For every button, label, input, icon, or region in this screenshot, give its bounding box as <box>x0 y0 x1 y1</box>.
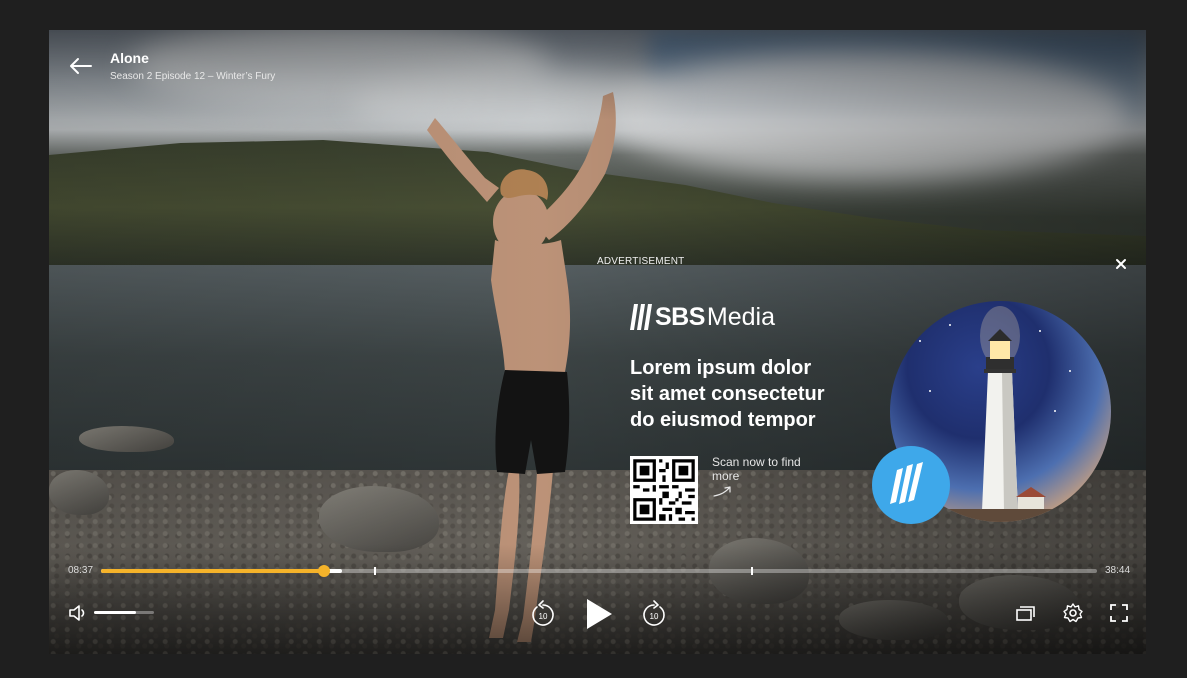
rewind-seconds: 10 <box>539 612 548 621</box>
volume-slider[interactable] <box>94 611 154 614</box>
ad-close-button[interactable] <box>1113 257 1129 273</box>
current-time: 08:37 <box>68 565 94 576</box>
settings-icon <box>1063 603 1083 623</box>
seek-bar[interactable] <box>101 565 1097 577</box>
forward-10-icon: 10 <box>643 600 665 626</box>
brand-main: SBS <box>655 302 705 331</box>
back-button[interactable] <box>67 56 95 76</box>
sbs-badge <box>872 446 950 524</box>
ad-break-marker <box>373 567 376 575</box>
fullscreen-icon <box>1110 604 1128 622</box>
video-player[interactable]: Alone Season 2 Episode 12 – Winter’s Fur… <box>49 30 1146 654</box>
scan-text: Scan now to find more <box>712 455 801 483</box>
seek-thumb[interactable] <box>318 565 331 577</box>
episode-subtitle: Season 2 Episode 12 – Winter’s Fury <box>110 71 276 82</box>
back-arrow-icon <box>70 58 92 74</box>
curved-arrow-icon <box>713 486 731 497</box>
volume-button[interactable] <box>67 603 91 623</box>
play-button[interactable] <box>584 597 614 631</box>
close-icon <box>1116 259 1126 269</box>
qr-code[interactable] <box>630 456 698 524</box>
ad-label: ADVERTISEMENT <box>597 256 685 267</box>
headline-line: Lorem ipsum dolor <box>630 357 812 379</box>
settings-button[interactable] <box>1062 602 1084 624</box>
sbs-logo-icon <box>630 304 652 330</box>
play-icon <box>587 599 612 629</box>
headline-line: do eiusmod tempor <box>630 409 816 431</box>
episode-title: Alone <box>110 50 149 66</box>
rewind-10-icon: 10 <box>532 600 554 626</box>
headline-line: sit amet consectetur <box>630 383 825 405</box>
sbs-logo-icon <box>890 462 923 504</box>
fullscreen-button[interactable] <box>1109 603 1129 623</box>
volume-icon <box>69 605 85 621</box>
brand-sub: Media <box>706 302 775 331</box>
sbs-media-logo: SBS Media <box>629 300 775 334</box>
rewind-10-button[interactable]: 10 <box>530 600 556 628</box>
episodes-button[interactable] <box>1015 603 1037 623</box>
ad-break-marker <box>751 567 754 575</box>
forward-seconds: 10 <box>650 612 659 621</box>
seek-progress <box>101 569 325 573</box>
total-time: 38:44 <box>1105 565 1131 576</box>
ad-headline: Lorem ipsum dolor sit amet consectetur d… <box>630 355 870 433</box>
episodes-icon <box>1016 606 1035 621</box>
forward-10-button[interactable]: 10 <box>641 600 667 628</box>
volume-level <box>94 611 136 614</box>
